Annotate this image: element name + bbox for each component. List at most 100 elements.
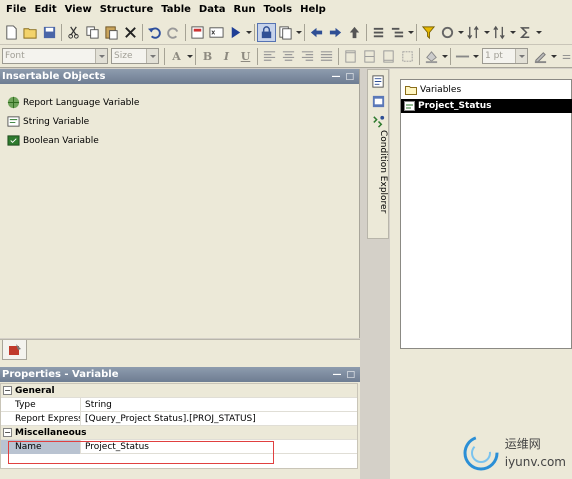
property-row-type[interactable]: Type String bbox=[1, 397, 357, 412]
condition-explorer-icon[interactable] bbox=[369, 112, 388, 131]
font-color-icon[interactable]: A bbox=[167, 47, 186, 66]
group-icon[interactable] bbox=[388, 23, 407, 42]
watermark-text: 运维网 iyunv.com bbox=[505, 435, 566, 471]
toolbar-separator bbox=[304, 23, 305, 41]
open-icon[interactable] bbox=[21, 23, 40, 42]
underline-icon[interactable]: U bbox=[236, 47, 255, 66]
variables-folder-label: Variables bbox=[420, 85, 462, 95]
xml-icon[interactable] bbox=[207, 23, 226, 42]
property-name: Type bbox=[1, 397, 81, 412]
insertable-item-report-language-variable[interactable]: Report Language Variable bbox=[7, 95, 139, 110]
align-right-icon[interactable] bbox=[298, 47, 317, 66]
arrow-right-icon[interactable] bbox=[326, 23, 345, 42]
redo-icon[interactable] bbox=[164, 23, 183, 42]
toolbar-separator bbox=[450, 47, 451, 65]
boolean-variable-icon bbox=[7, 135, 20, 146]
line-color-dropdown-icon[interactable] bbox=[550, 47, 557, 66]
align-center-icon[interactable] bbox=[279, 47, 298, 66]
insertable-item-string-variable[interactable]: String Variable bbox=[7, 114, 89, 129]
line-color-icon[interactable] bbox=[531, 47, 550, 66]
minimize-icon[interactable]: — bbox=[331, 72, 340, 82]
insertable-item-label: Report Language Variable bbox=[23, 97, 140, 108]
fill-color-icon[interactable] bbox=[422, 47, 441, 66]
size-combo[interactable]: Size bbox=[111, 48, 159, 64]
undo-icon[interactable] bbox=[145, 23, 164, 42]
chevron-down-icon[interactable] bbox=[146, 49, 158, 63]
property-value[interactable]: [Query_Project Status].[PROJ_STATUS] bbox=[81, 414, 256, 424]
summary-dropdown-icon[interactable] bbox=[535, 23, 542, 42]
maximize-icon[interactable]: □ bbox=[346, 370, 355, 380]
highlight-annotation bbox=[8, 441, 274, 464]
bold-icon[interactable]: B bbox=[198, 47, 217, 66]
line-width-combo[interactable]: 1 pt bbox=[482, 48, 528, 64]
pages-icon[interactable] bbox=[276, 23, 295, 42]
summary-icon[interactable] bbox=[516, 23, 535, 42]
menu-file[interactable]: File bbox=[2, 0, 30, 20]
menu-help[interactable]: Help bbox=[296, 0, 330, 20]
run-icon[interactable] bbox=[226, 23, 245, 42]
sort-dropdown-icon[interactable] bbox=[483, 23, 490, 42]
maximize-icon[interactable]: □ bbox=[345, 72, 354, 82]
font-color-dropdown-icon[interactable] bbox=[186, 47, 193, 66]
menu-data[interactable]: Data bbox=[195, 0, 230, 20]
italic-icon[interactable]: I bbox=[217, 47, 236, 66]
font-combo-text: Font bbox=[5, 51, 25, 61]
menu-run[interactable]: Run bbox=[230, 0, 260, 20]
query-explorer-icon[interactable] bbox=[369, 92, 388, 111]
valign-bottom-icon[interactable] bbox=[379, 47, 398, 66]
variable-item-selected[interactable]: Project_Status bbox=[401, 99, 572, 113]
sort-icon[interactable] bbox=[464, 23, 483, 42]
arrow-left-icon[interactable] bbox=[307, 23, 326, 42]
filter-icon[interactable] bbox=[419, 23, 438, 42]
run-dropdown-icon[interactable] bbox=[245, 23, 252, 42]
menu-table[interactable]: Table bbox=[157, 0, 195, 20]
condition-explorer-tab[interactable]: Condition Explorer bbox=[370, 130, 388, 240]
valign-top-icon[interactable] bbox=[341, 47, 360, 66]
toolbox-tab[interactable] bbox=[2, 340, 27, 360]
insertable-item-boolean-variable[interactable]: Boolean Variable bbox=[7, 133, 99, 148]
justify-icon[interactable] bbox=[317, 47, 336, 66]
menu-structure[interactable]: Structure bbox=[96, 0, 158, 20]
suppress-icon[interactable] bbox=[438, 23, 457, 42]
new-icon[interactable] bbox=[2, 23, 21, 42]
arrow-up-icon[interactable] bbox=[345, 23, 364, 42]
suppress-dropdown-icon[interactable] bbox=[457, 23, 464, 42]
property-value[interactable]: String bbox=[81, 400, 112, 410]
border-icon[interactable] bbox=[398, 47, 417, 66]
collapse-icon[interactable]: − bbox=[3, 386, 12, 395]
cut-icon[interactable] bbox=[64, 23, 83, 42]
page-explorer-icon[interactable] bbox=[369, 72, 388, 91]
align-left-icon[interactable] bbox=[260, 47, 279, 66]
minimize-icon[interactable]: — bbox=[332, 370, 341, 380]
list-icon[interactable] bbox=[369, 23, 388, 42]
save-icon[interactable] bbox=[40, 23, 59, 42]
delete-icon[interactable] bbox=[121, 23, 140, 42]
menu-view[interactable]: View bbox=[61, 0, 96, 20]
toolbar-separator bbox=[254, 23, 255, 41]
pages-dropdown-icon[interactable] bbox=[295, 23, 302, 42]
font-combo[interactable]: Font bbox=[2, 48, 108, 64]
copy-icon[interactable] bbox=[83, 23, 102, 42]
collapse-icon[interactable]: − bbox=[3, 428, 12, 437]
chevron-down-icon[interactable] bbox=[95, 49, 107, 63]
fill-color-dropdown-icon[interactable] bbox=[441, 47, 448, 66]
line-style-dropdown-icon[interactable] bbox=[472, 47, 479, 66]
more-options-icon[interactable] bbox=[557, 47, 572, 66]
variables-folder[interactable]: Variables bbox=[405, 85, 461, 95]
insertable-item-label: Boolean Variable bbox=[23, 135, 99, 146]
side-tab-strip: Condition Explorer bbox=[367, 69, 389, 239]
line-style-icon[interactable] bbox=[453, 47, 472, 66]
lock-icon[interactable] bbox=[257, 22, 276, 42]
paste-icon[interactable] bbox=[102, 23, 121, 42]
property-group-general[interactable]: − General bbox=[1, 384, 357, 398]
group-dropdown-icon[interactable] bbox=[407, 23, 414, 42]
view-pages-icon[interactable] bbox=[188, 23, 207, 42]
chevron-down-icon[interactable] bbox=[515, 49, 527, 63]
sort-desc-icon[interactable] bbox=[490, 23, 509, 42]
menu-tools[interactable]: Tools bbox=[259, 0, 296, 20]
property-group-miscellaneous[interactable]: − Miscellaneous bbox=[1, 426, 357, 440]
sort-desc-dropdown-icon[interactable] bbox=[509, 23, 516, 42]
menu-edit[interactable]: Edit bbox=[30, 0, 60, 20]
valign-middle-icon[interactable] bbox=[360, 47, 379, 66]
property-row-report-expression[interactable]: Report Expression [Query_Project Status]… bbox=[1, 411, 357, 426]
